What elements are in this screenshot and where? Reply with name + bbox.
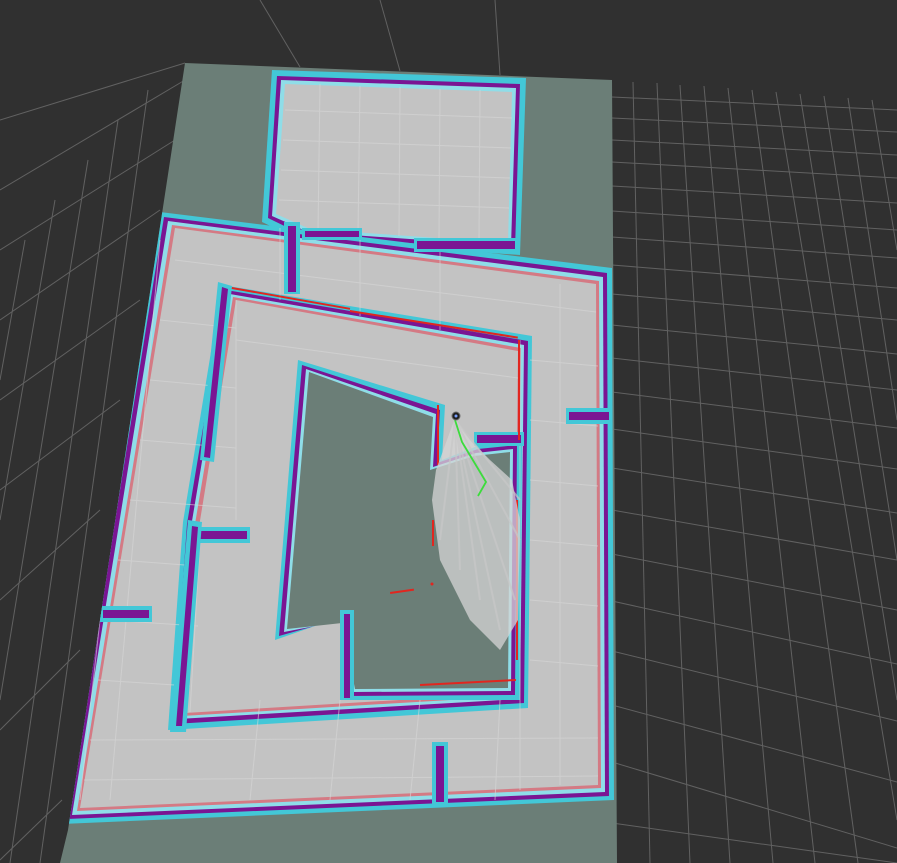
map-scene [0,0,897,863]
rviz-3d-viewport[interactable] [0,0,897,863]
robot-pose-marker[interactable] [451,411,461,421]
